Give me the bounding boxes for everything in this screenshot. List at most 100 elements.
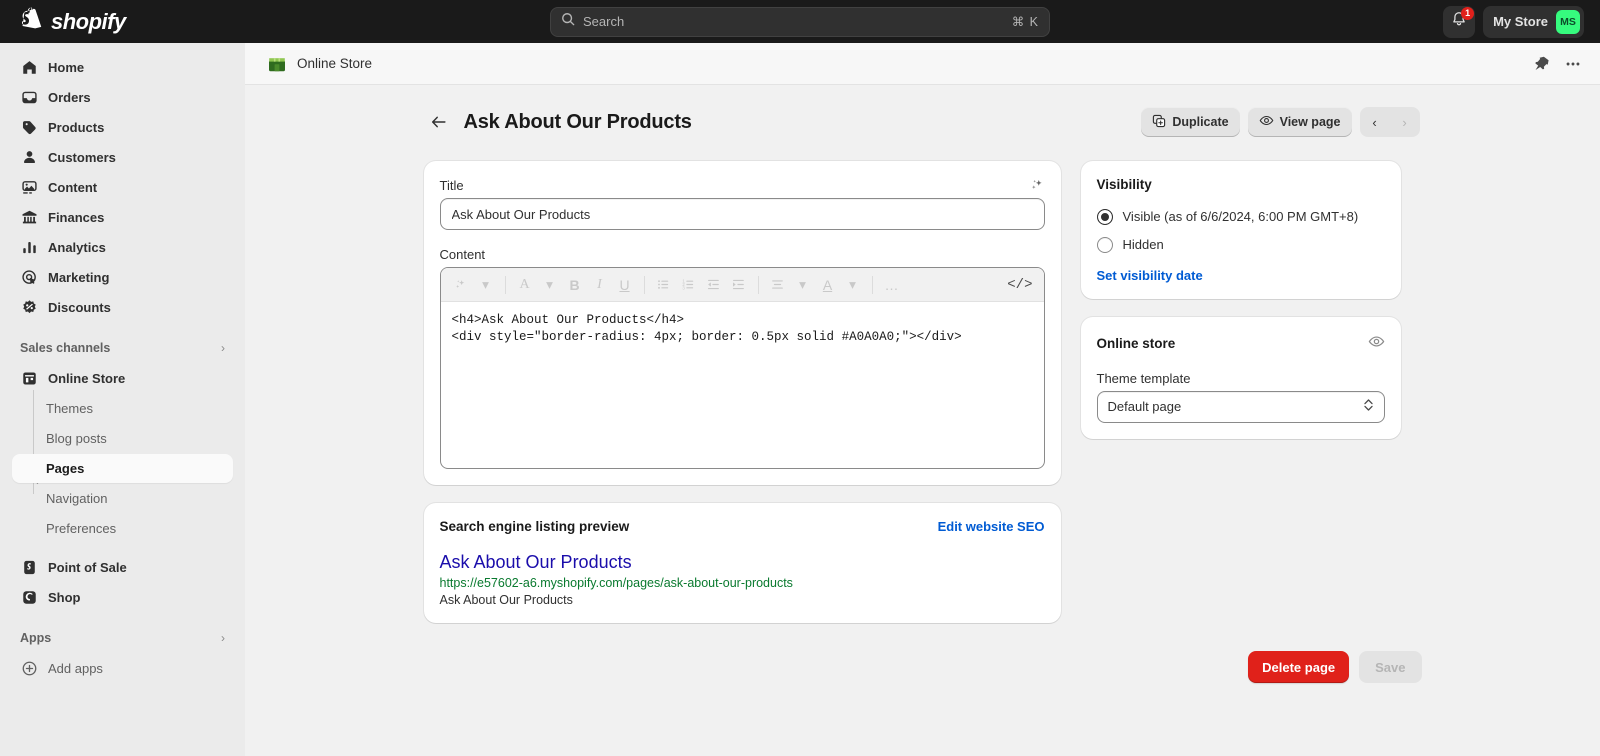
page-columns: Title Content — [424, 161, 1422, 641]
font-size-button[interactable]: A — [513, 272, 537, 298]
sidebar-item-point-of-sale[interactable]: Point of Sale — [12, 553, 233, 582]
title-input[interactable] — [440, 198, 1045, 230]
context-bar: Online Store — [245, 43, 1600, 85]
select-chevron-updown-icon — [1363, 397, 1374, 416]
indent-icon[interactable] — [727, 272, 751, 298]
sidebar-item-shop[interactable]: Shop — [12, 583, 233, 612]
sidebar-item-label: Orders — [48, 90, 91, 105]
storefront-icon — [20, 370, 38, 388]
sidebar-item-add-apps[interactable]: Add apps — [12, 654, 233, 683]
title-label-row: Title — [440, 177, 1045, 198]
sidebar-section-apps[interactable]: Apps › — [12, 624, 233, 652]
set-visibility-date-link[interactable]: Set visibility date — [1097, 268, 1385, 283]
bold-button[interactable]: B — [563, 272, 587, 298]
edit-website-seo-link[interactable]: Edit website SEO — [938, 519, 1045, 534]
sidebar-item-home[interactable]: Home — [12, 53, 233, 82]
sidebar-item-discounts[interactable]: Discounts — [12, 293, 233, 322]
magic-write-button[interactable] — [449, 272, 473, 298]
seo-result-description: Ask About Our Products — [440, 593, 1045, 607]
magic-write-chevron-down-icon[interactable]: ▾ — [474, 272, 498, 298]
bulleted-list-icon[interactable] — [652, 272, 676, 298]
main-region: Online Store Ask About Our Products — [245, 43, 1600, 756]
sidebar-item-finances[interactable]: Finances — [12, 203, 233, 232]
visibility-option-hidden[interactable]: Hidden — [1097, 236, 1385, 254]
duplicate-icon — [1152, 114, 1166, 131]
sidebar-item-blog-posts[interactable]: Blog posts — [12, 424, 233, 453]
outdent-icon[interactable] — [702, 272, 726, 298]
sidebar-item-customers[interactable]: Customers — [12, 143, 233, 172]
svg-text:3: 3 — [682, 285, 685, 290]
text-color-chevron-down-icon[interactable]: ▾ — [841, 272, 865, 298]
pin-icon[interactable] — [1533, 55, 1550, 72]
content-code-area[interactable]: <h4>Ask About Our Products</h4> <div sty… — [441, 302, 1044, 468]
visibility-option-visible[interactable]: Visible (as of 6/6/2024, 6:00 PM GMT+8) — [1097, 208, 1385, 226]
sidebar-item-online-store[interactable]: Online Store — [12, 364, 233, 393]
sidebar-item-themes[interactable]: Themes — [12, 394, 233, 423]
store-name: My Store — [1493, 14, 1548, 29]
next-page-button[interactable]: › — [1390, 107, 1420, 137]
sidebar-item-products[interactable]: Products — [12, 113, 233, 142]
tag-icon — [20, 119, 38, 137]
sparkle-icon[interactable] — [1029, 177, 1045, 198]
seo-card-title: Search engine listing preview — [440, 519, 630, 534]
duplicate-label: Duplicate — [1172, 115, 1228, 129]
theme-template-label: Theme template — [1097, 371, 1385, 386]
eye-icon[interactable] — [1368, 333, 1385, 355]
seo-result-title[interactable]: Ask About Our Products — [440, 552, 1045, 573]
delete-page-button[interactable]: Delete page — [1248, 651, 1349, 683]
align-icon[interactable] — [766, 272, 790, 298]
underline-button[interactable]: U — [613, 272, 637, 298]
sidebar-item-preferences[interactable]: Preferences — [12, 514, 233, 543]
sidebar-item-label: Online Store — [48, 371, 125, 386]
target-icon — [20, 269, 38, 287]
eye-icon — [1259, 113, 1274, 131]
sidebar-item-orders[interactable]: Orders — [12, 83, 233, 112]
visibility-card-header: Visibility — [1097, 177, 1385, 192]
italic-button[interactable]: I — [588, 272, 612, 298]
brand-name: shopify — [51, 9, 126, 35]
more-options-button[interactable]: … — [880, 272, 904, 298]
ellipsis-icon[interactable] — [1564, 55, 1582, 73]
resize-handle[interactable] — [1030, 454, 1042, 466]
sidebar-item-analytics[interactable]: Analytics — [12, 233, 233, 262]
global-search[interactable]: Search ⌘ K — [550, 7, 1050, 37]
search-icon — [561, 12, 575, 31]
sidebar-item-label: Finances — [48, 210, 104, 225]
notifications-button[interactable]: 1 — [1443, 6, 1475, 38]
person-icon — [20, 149, 38, 167]
bank-icon — [20, 209, 38, 227]
sidebar-item-label: Customers — [48, 150, 116, 165]
visibility-card-title: Visibility — [1097, 177, 1152, 192]
editor-toolbar: ▾ A ▾ B I U — [441, 268, 1044, 302]
sidebar-item-label: Point of Sale — [48, 560, 127, 575]
seo-card-header: Search engine listing preview Edit websi… — [440, 519, 1045, 534]
font-size-chevron-down-icon[interactable]: ▾ — [538, 272, 562, 298]
numbered-list-icon[interactable]: 123 — [677, 272, 701, 298]
shopify-logo[interactable]: shopify — [12, 7, 126, 37]
theme-template-value: Default page — [1108, 399, 1182, 414]
page-details-card: Title Content — [424, 161, 1061, 485]
sidebar: Home Orders Products Customers Content F… — [0, 43, 245, 756]
arrow-left-icon[interactable] — [426, 109, 452, 135]
theme-template-select[interactable]: Default page — [1097, 391, 1385, 423]
sidebar-item-pages[interactable]: Pages — [12, 454, 233, 483]
view-page-button[interactable]: View page — [1248, 107, 1352, 137]
save-button[interactable]: Save — [1359, 651, 1421, 683]
radio-hidden[interactable] — [1097, 237, 1113, 253]
code-view-toggle[interactable]: </> — [1004, 272, 1035, 298]
store-switcher-button[interactable]: My Store MS — [1483, 6, 1584, 38]
sidebar-item-content[interactable]: Content — [12, 173, 233, 202]
toolbar-divider — [644, 276, 645, 294]
prev-page-button[interactable]: ‹ — [1360, 107, 1390, 137]
duplicate-button[interactable]: Duplicate — [1141, 107, 1239, 137]
sidebar-item-marketing[interactable]: Marketing — [12, 263, 233, 292]
align-chevron-down-icon[interactable]: ▾ — [791, 272, 815, 298]
bar-chart-icon — [20, 239, 38, 257]
sidebar-item-navigation[interactable]: Navigation — [12, 484, 233, 513]
online-store-card-header: Online store — [1097, 333, 1385, 355]
toolbar-divider — [505, 276, 506, 294]
sidebar-section-sales-channels[interactable]: Sales channels › — [12, 334, 233, 362]
radio-visible[interactable] — [1097, 209, 1113, 225]
text-color-button[interactable]: A — [816, 272, 840, 298]
sidebar-item-label: Pages — [46, 461, 84, 476]
